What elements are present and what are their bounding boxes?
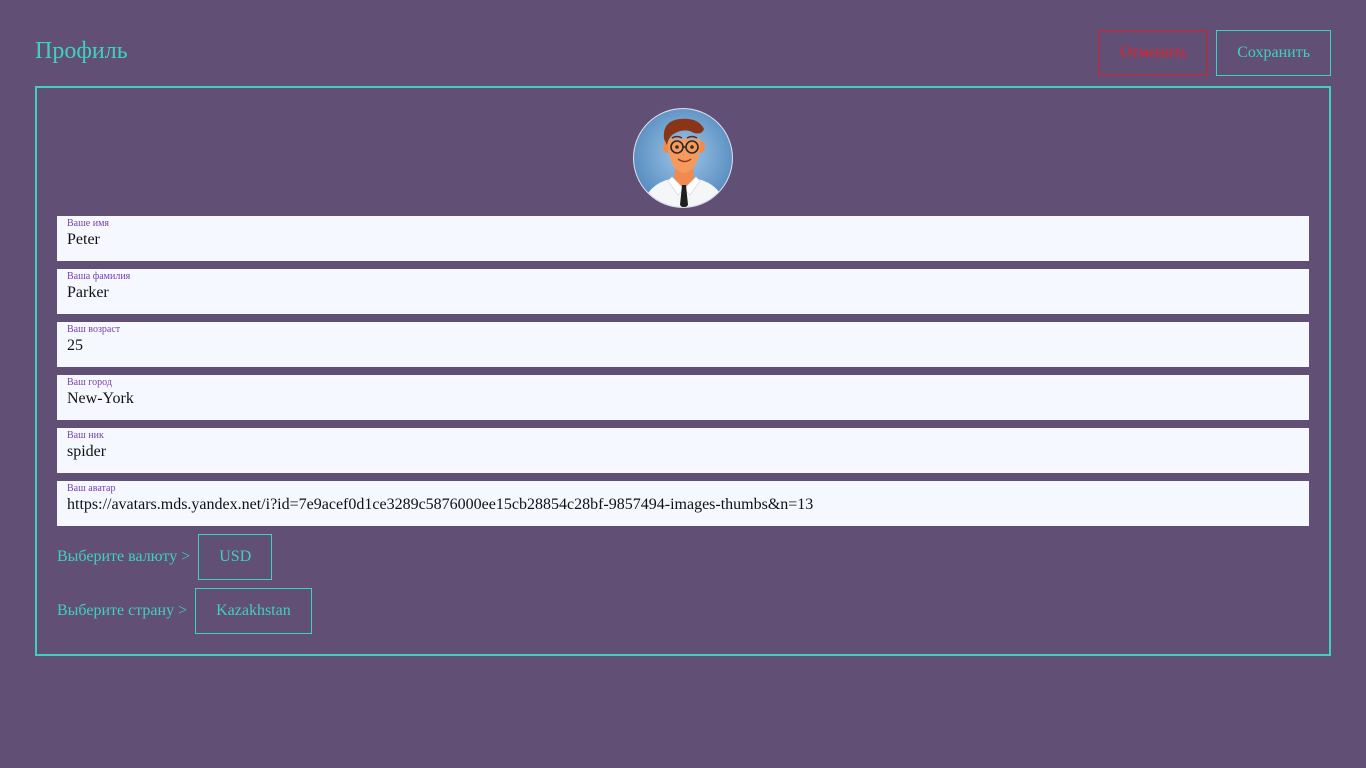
country-row: Выберите страну > Kazakhstan [57, 588, 312, 634]
age-field: Ваш возраст [57, 322, 1309, 367]
header-actions: Отменить Сохранить [1099, 30, 1331, 76]
last-name-field: Ваша фамилия [57, 269, 1309, 314]
city-label: Ваш город [67, 377, 112, 388]
first-name-field: Ваше имя [57, 216, 1309, 261]
avatar-url-label: Ваш аватар [67, 483, 116, 494]
currency-label: Выберите валюту > [57, 548, 191, 565]
cartoon-man-avatar-icon [634, 109, 732, 207]
profile-header: Профиль Отменить Сохранить [35, 30, 1331, 76]
age-input[interactable] [67, 335, 1297, 357]
age-label: Ваш возраст [67, 324, 121, 335]
avatar-url-field: Ваш аватар [57, 481, 1309, 526]
nickname-label: Ваш ник [67, 430, 104, 441]
currency-row: Выберите валюту > USD [57, 534, 273, 580]
first-name-input[interactable] [67, 229, 1297, 251]
avatar-url-input[interactable] [67, 494, 1297, 516]
last-name-label: Ваша фамилия [67, 271, 131, 282]
profile-card: Ваше имя Ваша фамилия Ваш возраст Ваш го… [35, 86, 1331, 656]
city-input[interactable] [67, 388, 1297, 410]
country-label: Выберите страну > [57, 602, 188, 619]
page-title: Профиль [35, 38, 128, 64]
country-select[interactable]: Kazakhstan [195, 588, 312, 634]
cancel-button[interactable]: Отменить [1099, 30, 1209, 76]
currency-select[interactable]: USD [198, 534, 273, 580]
nickname-field: Ваш ник [57, 428, 1309, 473]
city-field: Ваш город [57, 375, 1309, 420]
last-name-input[interactable] [67, 282, 1297, 304]
avatar [633, 108, 733, 208]
save-button[interactable]: Сохранить [1216, 30, 1331, 76]
first-name-label: Ваше имя [67, 218, 110, 229]
nickname-input[interactable] [67, 441, 1297, 463]
